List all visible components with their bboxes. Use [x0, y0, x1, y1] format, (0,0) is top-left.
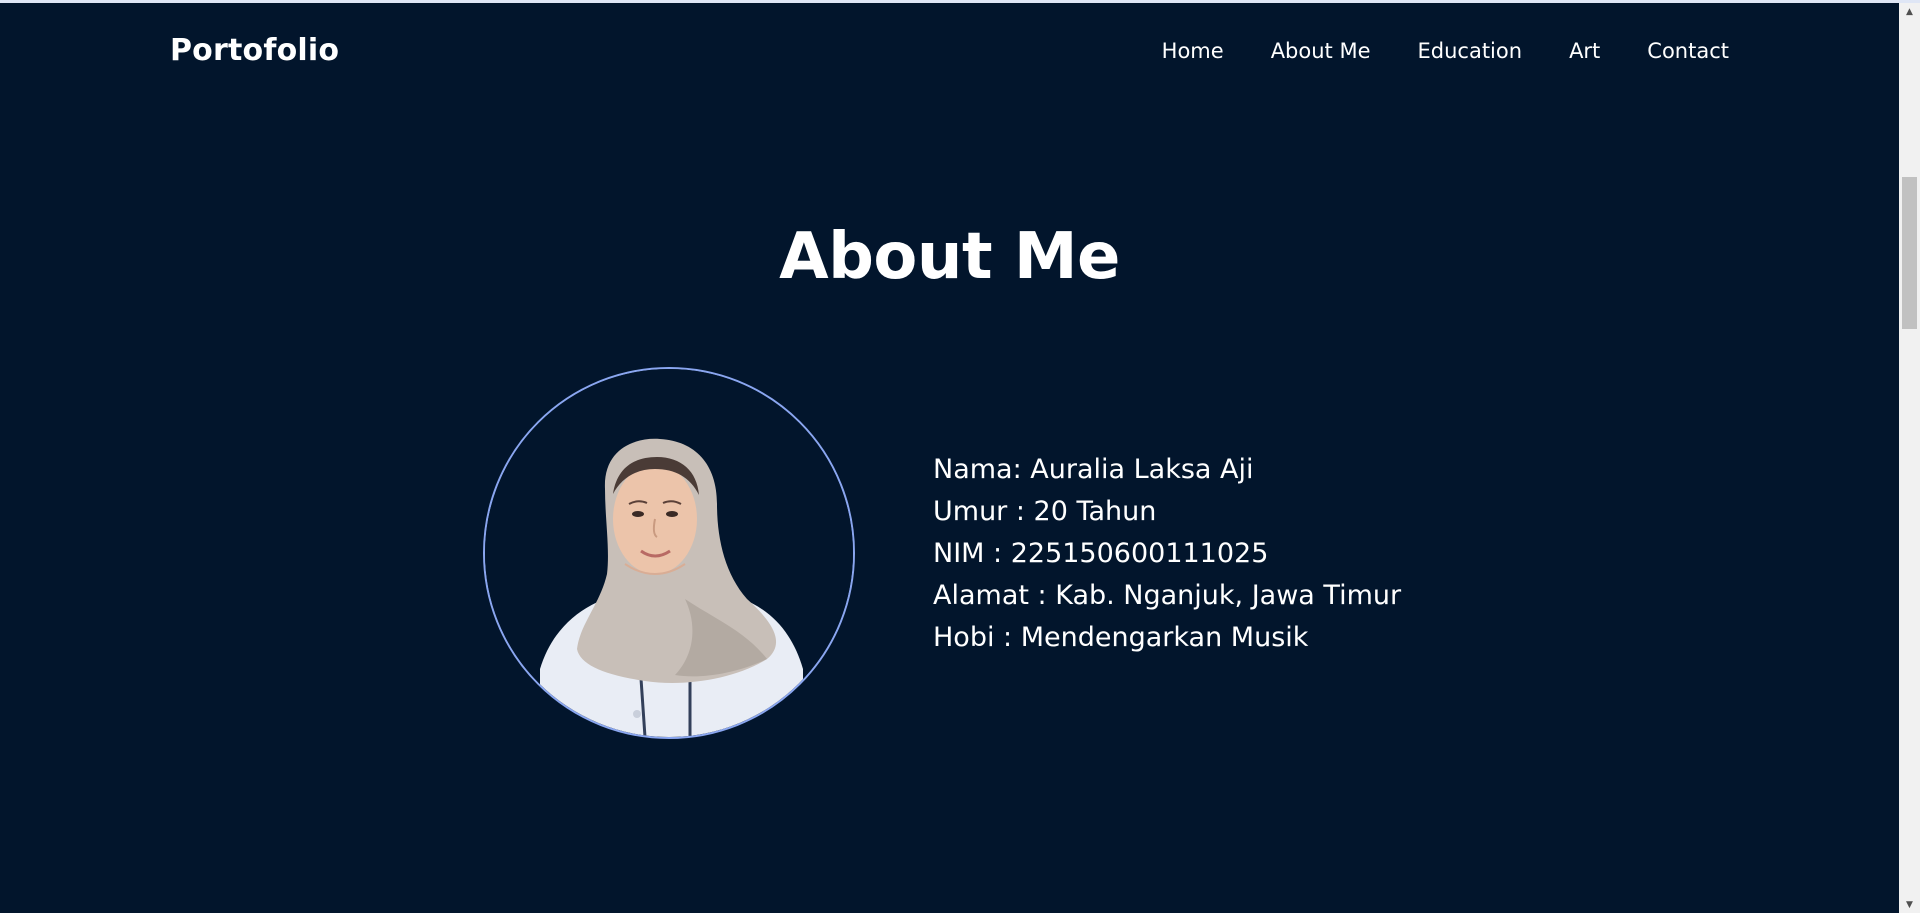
scroll-up-arrow-icon[interactable]: ▲ — [1899, 3, 1920, 20]
profile-photo — [483, 367, 855, 739]
info-nama: Nama: Auralia Laksa Aji — [933, 454, 1254, 485]
profile-info: Nama: Auralia Laksa Aji Umur : 20 Tahun … — [933, 449, 1401, 659]
page: Portofolio Home About Me Education Art C… — [0, 3, 1899, 913]
info-alamat: Alamat : Kab. Nganjuk, Jawa Timur — [933, 580, 1402, 611]
scrollbar[interactable]: ▲ ▼ — [1899, 3, 1920, 913]
nav-link-contact[interactable]: Contact — [1647, 39, 1729, 63]
nav-link-art[interactable]: Art — [1569, 39, 1600, 63]
section-title: About Me — [779, 220, 1120, 294]
scroll-down-arrow-icon[interactable]: ▼ — [1899, 896, 1920, 913]
navbar: Portofolio Home About Me Education Art C… — [0, 3, 1899, 103]
brand-logo[interactable]: Portofolio — [170, 33, 339, 68]
nav-link-home[interactable]: Home — [1162, 39, 1224, 63]
info-hobi: Hobi : Mendengarkan Musik — [933, 622, 1309, 653]
nav-link-education[interactable]: Education — [1418, 39, 1523, 63]
info-umur: Umur : 20 Tahun — [933, 496, 1157, 527]
scroll-thumb[interactable] — [1902, 177, 1917, 329]
nav-links: Home About Me Education Art Contact — [1162, 39, 1729, 63]
info-nim: NIM : 225150600111025 — [933, 538, 1269, 569]
profile-photo-illustration — [485, 369, 853, 737]
nav-link-about-me[interactable]: About Me — [1271, 39, 1371, 63]
